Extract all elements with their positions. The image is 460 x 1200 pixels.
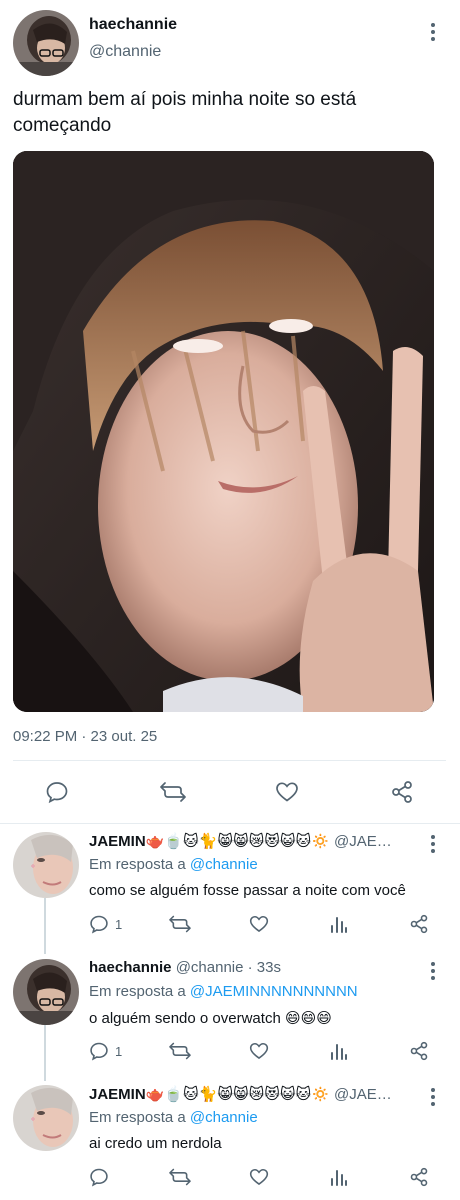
reply-icon <box>90 1168 108 1187</box>
divider <box>13 760 446 761</box>
stats-icon <box>331 1170 347 1186</box>
reply-author-name[interactable]: JAEMIN🫖🍵🐱🐈😸😸😿😻😺🐱🔅 @JAE… <box>89 1085 392 1103</box>
avatar[interactable] <box>13 1085 79 1151</box>
reply-icon <box>90 1042 108 1061</box>
author-avatar[interactable] <box>13 10 79 76</box>
stats-button[interactable] <box>330 1167 348 1187</box>
reply-author-name[interactable]: JAEMIN🫖🍵🐱🐈😸😸😿😻😺🐱🔅 @JAE… <box>89 832 392 850</box>
avatar[interactable] <box>13 832 79 898</box>
reply-count: 1 <box>115 1043 123 1059</box>
tweet-photo[interactable] <box>13 151 434 712</box>
reply-context: Em resposta a @channie <box>89 1109 258 1126</box>
thread-line <box>44 1025 46 1081</box>
share-button[interactable] <box>390 780 414 804</box>
more-icon[interactable] <box>423 1085 443 1109</box>
share-button[interactable] <box>409 1041 429 1061</box>
retweet-icon <box>160 782 186 802</box>
like-button[interactable] <box>249 914 269 934</box>
reply-button[interactable]: 1 <box>89 914 122 934</box>
reply-author-handle: @channie · 33s <box>175 959 281 976</box>
reply-text: como se alguém fosse passar a noite com … <box>89 882 406 899</box>
reply-button[interactable]: 1 <box>89 1041 122 1061</box>
author-handle[interactable]: @channie <box>89 43 161 61</box>
retweet-icon <box>169 1042 191 1060</box>
retweet-button[interactable] <box>169 914 191 934</box>
stats-icon <box>331 917 347 933</box>
reply-text: o alguém sendo o overwatch 😄😄😄 <box>89 1010 332 1027</box>
reply-icon <box>46 782 68 804</box>
divider <box>0 823 460 824</box>
thread-line <box>44 898 46 954</box>
like-icon <box>276 782 298 802</box>
reply-context: Em resposta a @channie <box>89 856 258 873</box>
stats-icon <box>331 1044 347 1060</box>
like-icon <box>249 1168 269 1186</box>
reply-to-link[interactable]: @channie <box>190 856 258 873</box>
more-icon[interactable] <box>423 959 443 983</box>
like-button[interactable] <box>275 780 299 804</box>
stats-button[interactable] <box>330 1041 348 1061</box>
reply-icon <box>90 915 108 934</box>
like-icon <box>249 915 269 933</box>
share-icon <box>392 781 412 803</box>
reply-author-name[interactable]: haechannie @channie · 33s <box>89 959 281 976</box>
reply-to-link[interactable]: @JAEMINNNNNNNNNN <box>190 983 358 1000</box>
avatar[interactable] <box>13 959 79 1025</box>
tweet-text: durmam bem aí pois minha noite so está c… <box>13 89 357 136</box>
reply-button[interactable] <box>89 1167 115 1187</box>
reply-text: ai credo um nerdola <box>89 1135 222 1152</box>
retweet-button[interactable] <box>169 1041 191 1061</box>
share-icon <box>410 1041 428 1061</box>
share-icon <box>410 914 428 934</box>
like-icon <box>249 1042 269 1060</box>
reply-author-handle: @JAE… <box>334 833 392 850</box>
share-icon <box>410 1167 428 1187</box>
more-icon[interactable] <box>423 832 443 856</box>
reply-author-handle: @JAE… <box>334 1086 392 1103</box>
like-button[interactable] <box>249 1041 269 1061</box>
retweet-icon <box>169 1168 191 1186</box>
author-name[interactable]: haechannie <box>89 16 177 34</box>
retweet-button[interactable] <box>169 1167 191 1187</box>
more-icon[interactable] <box>423 20 443 44</box>
reply-context: Em resposta a @JAEMINNNNNNNNNN <box>89 983 358 1000</box>
like-button[interactable] <box>249 1167 269 1187</box>
reply-count: 1 <box>115 916 123 932</box>
share-button[interactable] <box>409 1167 429 1187</box>
retweet-button[interactable] <box>160 780 186 804</box>
reply-button[interactable] <box>45 780 69 804</box>
share-button[interactable] <box>409 914 429 934</box>
tweet-timestamp: 09:22 PM · 23 out. 25 <box>13 728 158 745</box>
retweet-icon <box>169 915 191 933</box>
reply-to-link[interactable]: @channie <box>190 1109 258 1126</box>
stats-button[interactable] <box>330 914 348 934</box>
